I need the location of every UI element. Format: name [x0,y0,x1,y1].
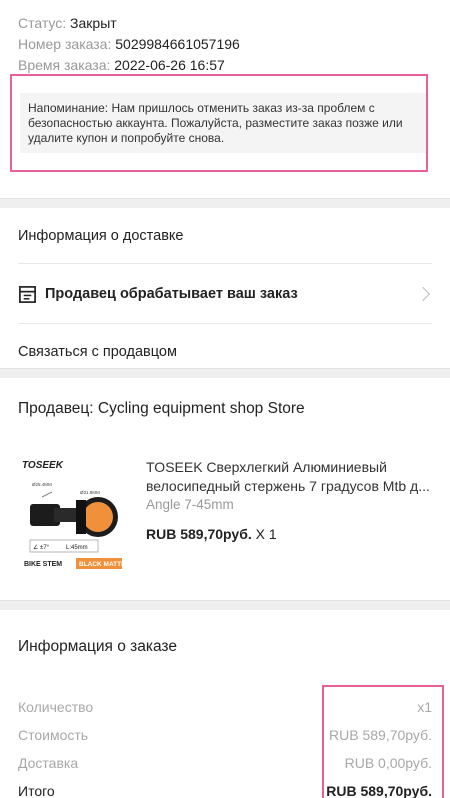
product-image-d2: Ø31.8MM [80,490,100,495]
product-variant: Angle 7-45mm [146,497,234,512]
product-image-length: L:45mm [66,545,88,551]
price-highlight-box [322,685,444,798]
product-item[interactable]: TOSEEK Ø25.4MM Ø31.8MM ∠ ±7° L:45mm BIKE… [18,454,434,574]
product-image-d1: Ø25.4MM [32,482,52,487]
status-label: Статус: [18,15,67,31]
product-image-angle: ∠ ±7° [33,544,50,551]
product-image-label-right: BLACK MATTE [79,561,126,568]
chevron-right-icon [415,286,431,302]
delivery-section: Информация о доставке Продавец обрабатыв… [0,208,450,368]
shipping-label: Доставка [18,755,79,771]
section-divider [0,198,450,208]
reminder-highlight-box [10,74,428,172]
status-value: Закрыт [70,15,117,31]
order-number-label: Номер заказа: [18,36,112,52]
section-divider [0,600,450,610]
delivery-info-row[interactable]: Информация о доставке [0,208,450,264]
status-row: Статус: Закрыт [18,14,432,33]
product-image-brand: TOSEEK [22,460,64,471]
cost-label: Стоимость [18,727,89,743]
seller-processing-row[interactable]: Продавец обрабатывает ваш заказ [0,264,450,324]
seller-processing-label: Продавец обрабатывает ваш заказ [45,286,298,302]
quantity-label: Количество [18,699,94,715]
product-image: TOSEEK Ø25.4MM Ø31.8MM ∠ ±7° L:45mm BIKE… [22,460,126,569]
order-number-value: 5029984661057196 [115,36,240,52]
order-document-icon [19,285,36,303]
contact-seller-label: Связаться с продавцом [18,344,177,360]
product-price-line: RUB 589,70руб. X 1 [146,526,434,542]
seller-section: Продавец: Cycling equipment shop Store T… [0,378,450,600]
product-image-label-left: BIKE STEM [24,561,62,568]
order-status-section: Статус: Закрыт Номер заказа: 50299846610… [0,0,450,198]
product-price: RUB 589,70руб. [146,526,252,542]
order-time-label: Время заказа: [18,57,111,73]
order-info-title: Информация о заказе [18,638,177,655]
order-info-section: Информация о заказе Количество x1 Стоимо… [0,610,450,798]
seller-title[interactable]: Продавец: Cycling equipment shop Store [0,378,450,418]
product-quantity: X 1 [255,526,277,542]
order-number-row: Номер заказа: 5029984661057196 [18,35,432,54]
order-time-row: Время заказа: 2022-06-26 16:57 [18,56,432,75]
total-label: Итого [18,783,55,798]
order-time-value: 2022-06-26 16:57 [114,57,225,73]
product-info: TOSEEK Сверхлегкий Алюминиевый велосипед… [146,458,434,542]
delivery-info-label: Информация о доставке [18,228,184,244]
contact-seller-row[interactable]: Связаться с продавцом [0,324,450,380]
product-name[interactable]: TOSEEK Сверхлегкий Алюминиевый велосипед… [146,458,434,496]
